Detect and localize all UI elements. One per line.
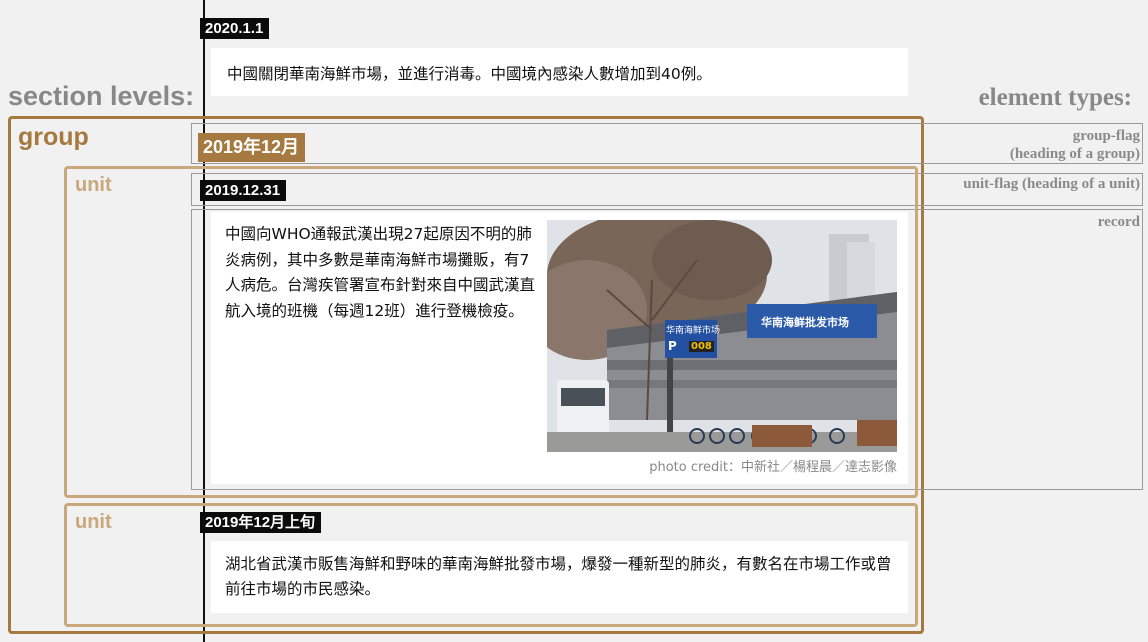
photo-sign-market: 华南海鲜市场 — [666, 326, 721, 336]
record-text: 中國向WHO通報武漢出現27起原因不明的肺炎病例，其中多數是華南海鮮市場攤販，有… — [225, 225, 536, 320]
group-flag-2019-12: 2019年12月 — [198, 133, 306, 162]
section-levels-title: section levels: — [8, 81, 195, 111]
group-level-label: group — [18, 123, 89, 151]
type-label-group-flag: group-flag — [1072, 128, 1140, 144]
element-types-title: element types: — [978, 84, 1132, 111]
unit-level-label-1: unit — [75, 174, 112, 196]
type-label-group-flag-desc: (heading of a group) — [1009, 146, 1140, 162]
type-label-record: record — [1097, 214, 1140, 230]
photo-sign-parking: P — [668, 339, 677, 353]
type-label-unit-flag: unit-flag (heading of a unit) — [963, 176, 1140, 192]
record-2020-1-1: 中國關閉華南海鮮市場，並進行消毒。中國境內感染人數增加到40例。 — [211, 48, 908, 96]
record-2019-12-31: 中國向WHO通報武漢出現27起原因不明的肺炎病例，其中多數是華南海鮮市場攤販，有… — [211, 212, 908, 484]
photo-credit: photo credit：中新社／楊程晨／達志影像 — [649, 460, 897, 475]
record-text: 中國關閉華南海鮮市場，並進行消毒。中國境內感染人數增加到40例。 — [227, 65, 712, 83]
market-photo-illustration — [547, 220, 897, 452]
unit-flag-2019-12-early: 2019年12月上旬 — [200, 512, 322, 533]
unit-flag-2020-1-1: 2020.1.1 — [200, 18, 270, 39]
record-2019-12-early: 湖北省武漢市販售海鮮和野味的華南海鮮批發市場，爆發一種新型的肺炎，有數名在市場工… — [211, 541, 908, 613]
photo-sign-number: 008 — [689, 341, 714, 352]
unit-flag-2019-12-31: 2019.12.31 — [200, 180, 287, 201]
unit-level-label-2: unit — [75, 511, 112, 533]
record-text: 湖北省武漢市販售海鮮和野味的華南海鮮批發市場，爆發一種新型的肺炎，有數名在市場工… — [225, 555, 892, 598]
group-flag-type-outline — [191, 123, 1143, 164]
photo-sign-wholesale: 华南海鲜批发市场 — [761, 316, 849, 329]
market-photo: 华南海鲜市场 P 008 华南海鲜批发市场 — [547, 220, 897, 452]
